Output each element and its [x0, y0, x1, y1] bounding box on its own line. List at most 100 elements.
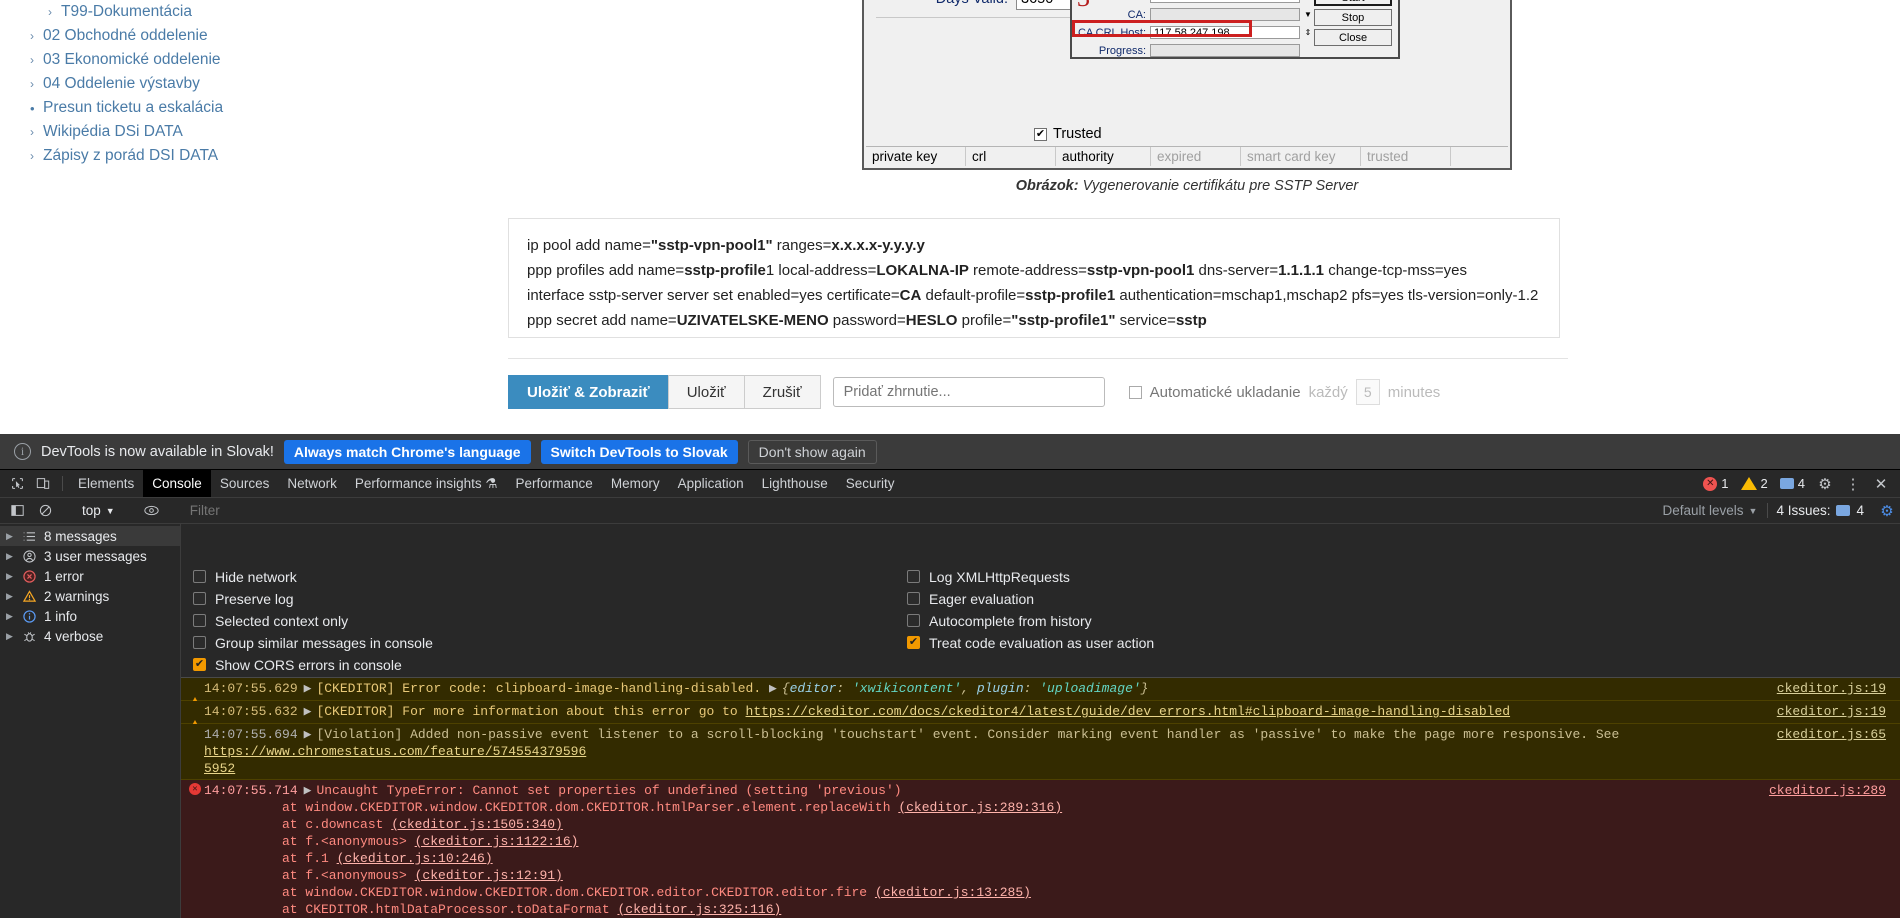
dropdown-arrow-icon[interactable]: ▼	[1302, 10, 1314, 19]
checkbox[interactable]: ✔	[907, 636, 920, 649]
sidebar-item-user-messages[interactable]: ▶ 3 user messages	[0, 546, 180, 566]
live-expression-eye-icon[interactable]	[139, 498, 165, 524]
console-link[interactable]: 5952	[204, 761, 235, 776]
setting-preserve-log[interactable]: Preserve log	[193, 588, 881, 609]
expand-caret-icon[interactable]: ▶	[6, 611, 15, 622]
tab-sources[interactable]: Sources	[211, 470, 279, 497]
summary-input[interactable]	[832, 377, 1105, 407]
console-message[interactable]: 14:07:55.632 ▶ [CKEDITOR] For more informa…	[181, 701, 1900, 731]
checkbox[interactable]	[907, 614, 920, 627]
sidebar-item-messages[interactable]: ▶ 8 messages	[0, 526, 180, 546]
save-and-view-button[interactable]: Uložiť & Zobraziť	[508, 375, 668, 409]
stack-frame-link[interactable]: (ckeditor.js:12:91)	[415, 868, 563, 883]
console-message[interactable]: 14:07:55.694 ▶ [Violation] Added non-passi…	[181, 724, 1900, 780]
tab-application[interactable]: Application	[669, 470, 753, 497]
setting-show-cors-errors[interactable]: ✔ Show CORS errors in console	[193, 654, 881, 675]
chevron-right-icon[interactable]: ›	[30, 126, 43, 138]
error-count-pill[interactable]: ✕ 1	[1698, 476, 1733, 491]
checkbox[interactable]	[907, 592, 920, 605]
checkbox[interactable]	[193, 570, 206, 583]
trusted-checkbox[interactable]: ✔	[1034, 127, 1047, 141]
console-source-link[interactable]: ckeditor.js:65	[1777, 726, 1886, 743]
checkbox[interactable]	[193, 614, 206, 627]
console-filter-input[interactable]	[187, 500, 1647, 521]
tab-network[interactable]: Network	[278, 470, 346, 497]
cancel-button[interactable]: Zrušiť	[743, 375, 821, 409]
dropdown-arrow-icon[interactable]: ▼	[1302, 0, 1314, 1]
console-source-link[interactable]: ckeditor.js:19	[1777, 703, 1886, 720]
issues-indicator[interactable]: 4 Issues: 4	[1767, 503, 1872, 518]
sign-field-ca-crl-host[interactable]: 117.58.247.198	[1150, 26, 1300, 39]
inspect-element-icon[interactable]	[4, 470, 30, 497]
tab-elements[interactable]: Elements	[69, 470, 143, 497]
toggle-console-sidebar-icon[interactable]	[4, 498, 30, 524]
setting-hide-network[interactable]: Hide network	[193, 566, 881, 587]
tab-console[interactable]: Console	[143, 470, 211, 497]
expand-caret-icon[interactable]: ▶	[304, 727, 312, 742]
console-message[interactable]: ✕ 14:07:55.714 ▶ Uncaught TypeError: Cannot…	[181, 780, 1900, 918]
close-devtools-icon[interactable]: ✕	[1868, 471, 1894, 497]
execution-context-select[interactable]: top ▼	[75, 503, 122, 518]
checkbox[interactable]	[193, 636, 206, 649]
save-button[interactable]: Uložiť	[667, 375, 744, 409]
switch-language-button[interactable]: Switch DevTools to Slovak	[540, 439, 738, 464]
setting-eager-evaluation[interactable]: Eager evaluation	[907, 588, 1581, 609]
expand-caret-icon[interactable]: ▶	[6, 591, 15, 602]
setting-log-xmlhttprequests[interactable]: Log XMLHttpRequests	[907, 566, 1581, 587]
tab-security[interactable]: Security	[837, 470, 904, 497]
chevron-right-icon[interactable]: ›	[48, 6, 61, 18]
sidebar-item-warnings[interactable]: ▶ 2 warnings	[0, 586, 180, 606]
stack-frame-link[interactable]: (ckeditor.js:10:246)	[337, 851, 493, 866]
checkbox[interactable]: ✔	[193, 658, 206, 671]
checkbox[interactable]	[193, 592, 206, 605]
always-match-language-button[interactable]: Always match Chrome's language	[283, 439, 531, 464]
warning-count-pill[interactable]: 2	[1736, 476, 1773, 491]
chevron-right-icon[interactable]: ›	[30, 150, 43, 162]
expand-caret-icon[interactable]: ▶	[6, 631, 15, 642]
console-link[interactable]: https://www.chromestatus.com/feature/574…	[204, 744, 586, 759]
stack-frame-link[interactable]: (ckeditor.js:289:316)	[898, 800, 1062, 815]
setting-autocomplete-from-history[interactable]: Autocomplete from history	[907, 610, 1581, 631]
tab-lighthouse[interactable]: Lighthouse	[753, 470, 837, 497]
sign-field-certificate[interactable]: CA	[1150, 0, 1300, 3]
autosave-checkbox[interactable]	[1128, 385, 1142, 399]
message-count-pill[interactable]: 4	[1775, 476, 1810, 491]
sidebar-item[interactable]: › 02 Obchodné oddelenie	[0, 24, 430, 48]
sidebar-item[interactable]: › Zápisy z porád DSI DATA	[0, 144, 430, 168]
console-message[interactable]: 14:07:55.629 ▶ [CKEDITOR] Error code: clip…	[181, 678, 1900, 708]
log-levels-select[interactable]: Default levels ▼	[1654, 503, 1765, 518]
sidebar-item[interactable]: › 03 Ekonomické oddelenie	[0, 48, 430, 72]
dismiss-notice-button[interactable]: Don't show again	[747, 439, 877, 464]
expand-caret-icon[interactable]: ▶	[769, 681, 777, 696]
expand-caret-icon[interactable]: ▶	[6, 531, 15, 542]
sidebar-item[interactable]: › Wikipédia DSi DATA	[0, 120, 430, 144]
chevron-right-icon[interactable]: ›	[30, 78, 43, 90]
start-button[interactable]: Start	[1314, 0, 1392, 6]
chevron-right-icon[interactable]: ›	[30, 54, 43, 66]
autosave-minutes-input[interactable]: 5	[1355, 379, 1380, 405]
console-settings-gear-icon[interactable]: ⚙	[1874, 498, 1900, 524]
checkbox[interactable]	[907, 570, 920, 583]
expand-caret-icon[interactable]: ▶	[304, 681, 312, 696]
console-link[interactable]: https://ckeditor.com/docs/ckeditor4/late…	[746, 704, 1511, 719]
console-source-link[interactable]: ckeditor.js:19	[1777, 680, 1886, 697]
expand-caret-icon[interactable]: ▶	[6, 551, 15, 562]
trusted-checkbox-row[interactable]: ✔ Trusted	[1034, 126, 1102, 142]
spinner-arrows-icon[interactable]: ⇕	[1302, 28, 1314, 37]
console-source-link[interactable]: ckeditor.js:289	[1769, 782, 1886, 799]
sidebar-item-verbose[interactable]: ▶ 4 verbose	[0, 626, 180, 646]
tab-memory[interactable]: Memory	[602, 470, 669, 497]
stack-frame-link[interactable]: (ckeditor.js:13:285)	[875, 885, 1031, 900]
bullet-icon[interactable]: •	[30, 102, 43, 115]
tab-performance[interactable]: Performance	[507, 470, 602, 497]
setting-treat-code-eval-as-user-action[interactable]: ✔ Treat code evaluation as user action	[907, 632, 1581, 653]
stack-frame-link[interactable]: (ckeditor.js:1505:340)	[391, 817, 563, 832]
stack-frame-link[interactable]: (ckeditor.js:1122:16)	[415, 834, 579, 849]
stack-frame-link[interactable]: (ckeditor.js:325:116)	[617, 902, 781, 917]
sign-field-ca[interactable]	[1150, 8, 1300, 21]
clear-console-icon[interactable]	[32, 498, 58, 524]
expand-caret-icon[interactable]: ▶	[6, 571, 15, 582]
expand-caret-icon[interactable]: ▶	[304, 783, 312, 798]
sidebar-item[interactable]: • Presun ticketu a eskalácia	[0, 96, 430, 120]
sidebar-item-errors[interactable]: ▶ 1 error	[0, 566, 180, 586]
